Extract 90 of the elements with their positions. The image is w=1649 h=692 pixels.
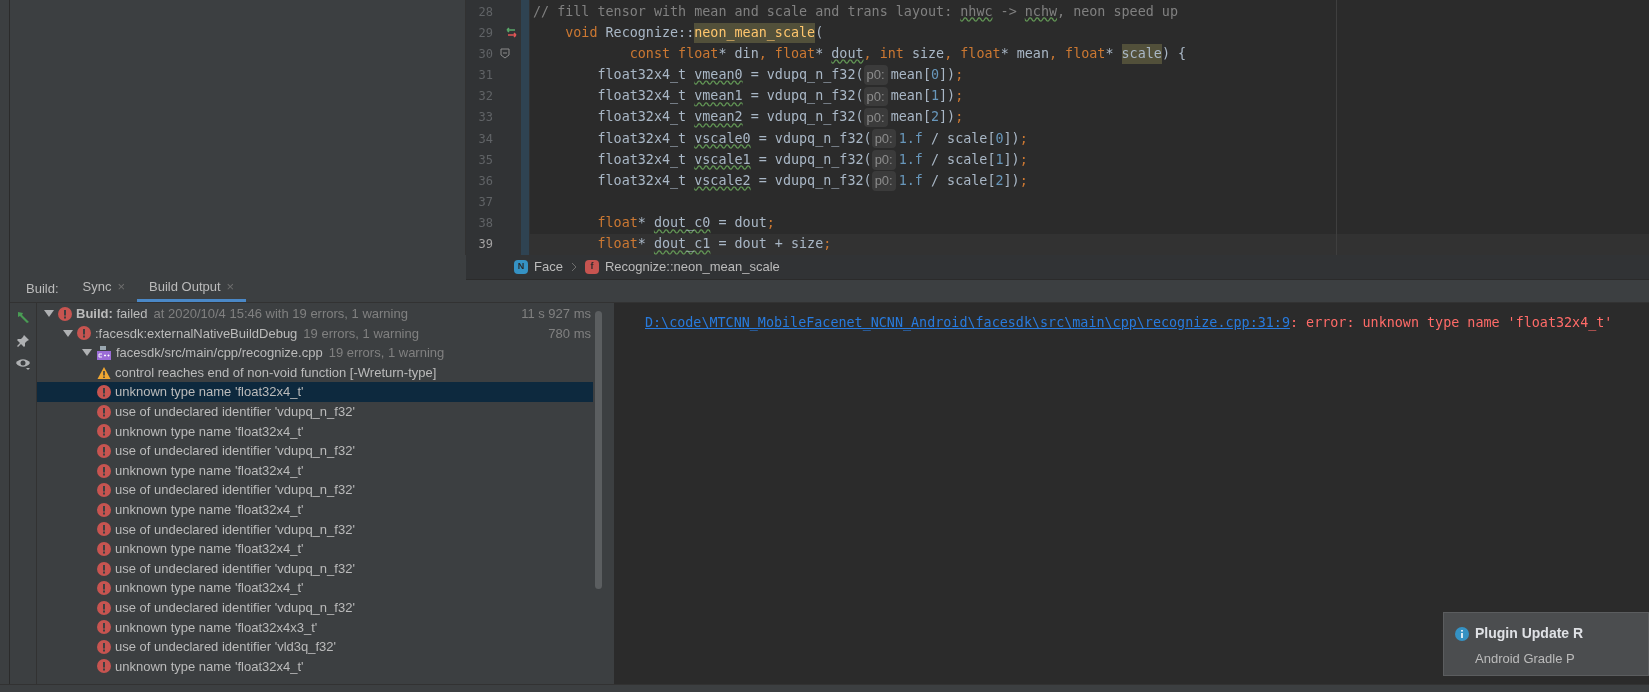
code-line: float32x4_t vmean2 = vdupq_n_f32( p0: mean[2]); [533,107,964,128]
tree-row[interactable]: unknown type name 'float32x4_t' [37,578,593,598]
tree-label: unknown type name 'float32x4_t' [115,422,304,441]
tree-label: :facesdk:externalNativeBuildDebug [95,324,298,343]
console-line: D:\code\MTCNN_MobileFacenet_NCNN_Android\facesdk\src\main\cpp\recognize.cpp:31:9: error: unknown type name 'float32x4_t' [645,314,1614,333]
line-number: 39 [477,236,493,254]
error-icon [97,561,111,576]
error-icon [58,306,72,321]
tree-row[interactable]: use of undeclared identifier 'vdupq_n_f32' [37,480,593,500]
tree-row[interactable]: Build: failed at 2020/10/4 15:46 with 19 errors, 1 warning 11 s 927 ms [37,304,593,324]
code-line: // fill tensor with mean and scale and trans layout: nhwc -> nchw, neon speed up [533,2,1178,21]
code-line: float32x4_t vscale0 = vdupq_n_f32( p0: 1.f / scale[0]); [533,128,1028,149]
breadcrumb[interactable]: N Face [514,257,563,277]
tree-detail: 19 errors, 1 warning [328,344,445,363]
tree-label: use of undeclared identifier 'vdupq_n_f32' [115,481,355,500]
tree-row[interactable]: use of undeclared identifier 'vdupq_n_f32' [37,401,593,422]
tree-label: unknown type name 'float32x4_t' [115,579,304,598]
error-icon [97,581,111,596]
tool-window-label: Build: [25,279,60,298]
tree-row[interactable]: unknown type name 'float32x4_t' [37,421,593,442]
code-line: float32x4_t vmean1 = vdupq_n_f32( p0: mean[1]); [533,86,964,107]
cpp-file-icon [96,345,112,361]
tree-label: use of undeclared identifier 'vdupq_n_f32' [115,520,355,539]
error-icon [97,620,111,635]
error-icon [97,659,111,674]
notification-body: Android Gradle P [1474,650,1576,668]
code-line: float32x4_t vscale1 = vdupq_n_f32( p0: 1.f / scale[1]); [596,149,1028,170]
warning-icon [97,365,111,380]
tree-label: unknown type name 'float32x4_t' [115,540,304,559]
tab[interactable]: Build Output × [137,276,247,302]
tree-label: unknown type name 'float32x4_t' [115,657,304,676]
tree-label: unknown type name 'float32x4_t' [115,383,304,402]
tab[interactable]: Sync × [70,276,138,302]
badge: f [584,260,599,274]
tree-row[interactable]: facesdk/src/main/cpp/recognize.cpp 19 errors, 1 warning [37,343,593,363]
tree-detail: at 2020/10/4 15:46 with 19 errors, 1 warning [153,305,408,324]
error-icon [97,385,111,400]
error-icon [97,424,111,439]
tree-label: use of undeclared identifier 'vld3q_f32' [115,638,337,657]
scrollbar[interactable] [595,311,602,589]
tree-row[interactable]: unknown type name 'float32x4_t' [37,499,593,520]
error-icon [97,502,111,517]
tree-row[interactable]: control reaches end of non-void function [-Wreturn-type] [37,362,593,383]
tree-label: use of undeclared identifier 'vdupq_n_f32' [115,442,355,461]
error-icon [97,463,111,478]
tree-row[interactable]: unknown type name 'float32x4_t' [37,460,593,481]
breadcrumb[interactable]: f Recognize::neon_mean_scale [584,257,780,277]
tree-label: Build: failed [76,305,148,324]
tree-label: use of undeclared identifier 'vdupq_n_f32' [115,598,355,617]
tree-label: unknown type name 'float32x4_t' [115,501,304,519]
eye-icon[interactable] [15,357,31,371]
info-icon [1455,626,1469,641]
tree-label: unknown type name 'float32x4x3_t' [115,618,318,637]
pin-icon[interactable] [16,334,30,348]
tree-row[interactable]: unknown type name 'float32x4_t' [37,382,593,402]
error-icon [97,541,111,556]
code-line: void Recognize::neon_mean_scale( [533,22,824,43]
tree-label: control reaches end of non-void function [-Wreturn-type] [115,363,437,382]
error-icon [97,522,111,537]
tree-row[interactable]: unknown type name 'float32x4_t' [37,656,593,677]
code-line: float* dout_c0 = dout; [596,214,775,233]
tree-label: unknown type name 'float32x4_t' [115,461,304,480]
chevron-icon [570,262,577,272]
tree-detail: 19 errors, 1 warning [303,324,419,343]
tree-row[interactable]: use of undeclared identifier 'vld3q_f32' [37,637,593,657]
duration: 11 s 927 ms [521,305,591,324]
error-icon [97,483,111,498]
duration: 780 ms [548,324,591,343]
notification-title: Plugin Update R [1475,624,1584,643]
error-icon [97,404,111,419]
file-link[interactable]: D:\code\MTCNN_MobileFacenet_NCNN_Android\facesdk\src\main\cpp\recognize.cpp:31:9 [645,315,1290,330]
code-line: float32x4_t vmean0 = vdupq_n_f32( p0: mean[0]); [596,65,964,86]
tree-label: use of undeclared identifier 'vdupq_n_f32' [115,559,355,578]
tree-row[interactable]: use of undeclared identifier 'vdupq_n_f32' [37,441,593,461]
code-line: const float* din, float* dout, int size, float* mean, float* scale) { [533,43,1187,64]
tree-label: facesdk/src/main/cpp/recognize.cpp [116,344,323,363]
code-line: float32x4_t vscale2 = vdupq_n_f32( p0: 1.f / scale[2]); [596,170,1028,191]
tree-row[interactable]: :facesdk:externalNativeBuildDebug 19 errors, 1 warning 780 ms [37,323,593,344]
error-icon [97,639,111,654]
badge: N [514,260,528,274]
error-icon [97,443,111,458]
tree-row[interactable]: use of undeclared identifier 'vdupq_n_f32' [37,519,593,540]
tree-row[interactable]: unknown type name 'float32x4_t' [37,539,593,559]
tree-row[interactable]: unknown type name 'float32x4x3_t' [37,617,593,638]
code-line: float* dout_c1 = dout + size; [596,235,832,254]
error-icon [77,326,91,341]
error-icon [97,600,111,615]
tree-label: use of undeclared identifier 'vdupq_n_f32' [115,403,355,421]
tree-row[interactable]: use of undeclared identifier 'vdupq_n_f32' [37,597,593,618]
tree-row[interactable]: use of undeclared identifier 'vdupq_n_f32' [37,558,593,579]
